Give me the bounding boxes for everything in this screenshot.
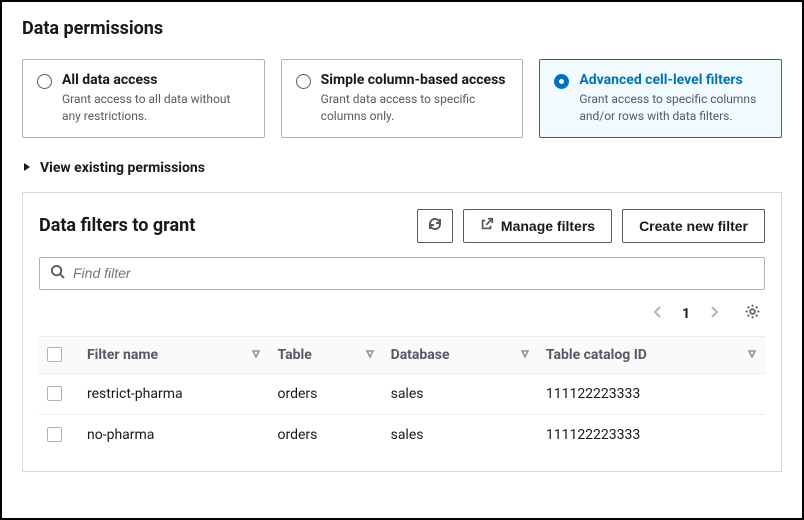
select-all-checkbox[interactable] bbox=[47, 347, 62, 362]
cell-database: sales bbox=[383, 414, 538, 455]
manage-filters-button[interactable]: Manage filters bbox=[463, 209, 612, 243]
cell-table: orders bbox=[269, 414, 382, 455]
pagination: 1 bbox=[39, 302, 765, 326]
filters-table: Filter name Table Database Table catalog… bbox=[39, 336, 765, 455]
option-desc: Grant access to specific columns and/or … bbox=[579, 91, 767, 125]
row-checkbox[interactable] bbox=[47, 386, 62, 401]
prev-page-button[interactable] bbox=[650, 302, 666, 326]
cell-database: sales bbox=[383, 373, 538, 414]
sort-icon bbox=[365, 347, 375, 363]
search-input[interactable] bbox=[73, 265, 754, 281]
table-row[interactable]: restrict-pharma orders sales 11112222333… bbox=[39, 373, 765, 414]
page-title: Data permissions bbox=[2, 2, 802, 51]
option-title: All data access bbox=[62, 72, 250, 88]
expander-label: View existing permissions bbox=[40, 160, 205, 176]
search-icon bbox=[50, 264, 65, 283]
sort-icon bbox=[747, 347, 757, 363]
cell-filter-name: no-pharma bbox=[79, 414, 269, 455]
page-number: 1 bbox=[682, 306, 690, 322]
refresh-button[interactable] bbox=[417, 209, 453, 243]
radio-icon bbox=[296, 74, 311, 89]
col-catalog-id[interactable]: Table catalog ID bbox=[546, 347, 647, 363]
sort-icon bbox=[251, 347, 261, 363]
col-database[interactable]: Database bbox=[391, 347, 450, 363]
option-all-data-access[interactable]: All data access Grant access to all data… bbox=[22, 59, 265, 138]
refresh-icon bbox=[427, 216, 443, 235]
button-label: Manage filters bbox=[501, 218, 595, 234]
option-title: Advanced cell-level filters bbox=[579, 72, 767, 88]
col-filter-name[interactable]: Filter name bbox=[87, 347, 158, 363]
option-desc: Grant access to all data without any res… bbox=[62, 91, 250, 125]
col-table[interactable]: Table bbox=[277, 347, 311, 363]
panel-header: Data filters to grant bbox=[39, 209, 765, 243]
data-filters-panel: Data filters to grant bbox=[22, 192, 782, 472]
next-page-button[interactable] bbox=[706, 302, 722, 326]
cell-catalog-id: 111122223333 bbox=[538, 414, 765, 455]
create-new-filter-button[interactable]: Create new filter bbox=[622, 209, 765, 243]
settings-button[interactable] bbox=[744, 303, 761, 324]
option-simple-column[interactable]: Simple column-based access Grant data ac… bbox=[281, 59, 524, 138]
view-existing-permissions-toggle[interactable]: View existing permissions bbox=[2, 154, 802, 192]
radio-icon bbox=[554, 74, 569, 89]
search-filter-wrap[interactable] bbox=[39, 257, 765, 290]
cell-catalog-id: 111122223333 bbox=[538, 373, 765, 414]
cell-table: orders bbox=[269, 373, 382, 414]
option-desc: Grant data access to specific columns on… bbox=[321, 91, 509, 125]
access-options-row: All data access Grant access to all data… bbox=[2, 51, 802, 154]
row-checkbox[interactable] bbox=[47, 427, 62, 442]
panel-title: Data filters to grant bbox=[39, 215, 407, 236]
option-title: Simple column-based access bbox=[321, 72, 509, 88]
table-row[interactable]: no-pharma orders sales 111122223333 bbox=[39, 414, 765, 455]
external-link-icon bbox=[480, 217, 494, 234]
cell-filter-name: restrict-pharma bbox=[79, 373, 269, 414]
triangle-right-icon bbox=[22, 160, 32, 176]
option-advanced-cell-level[interactable]: Advanced cell-level filters Grant access… bbox=[539, 59, 782, 138]
button-label: Create new filter bbox=[639, 218, 748, 234]
sort-icon bbox=[520, 347, 530, 363]
radio-icon bbox=[37, 74, 52, 89]
